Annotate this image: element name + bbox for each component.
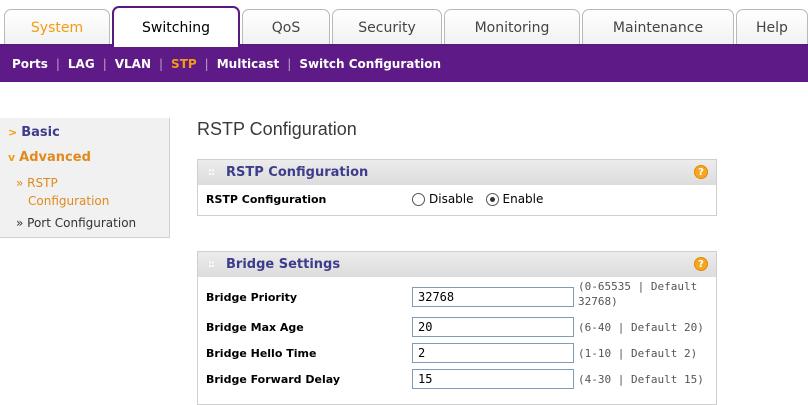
page-title: RSTP Configuration <box>197 119 357 139</box>
sidebar-item-port-configuration[interactable]: » Port Configuration <box>16 216 136 230</box>
help-icon[interactable]: ? <box>694 257 708 271</box>
sidebar-item-basic[interactable]: > Basic <box>8 125 60 140</box>
subnav-separator: | <box>159 57 164 71</box>
bridge-forward-delay-row: Bridge Forward Delay (4-30 | Default 15) <box>198 369 716 391</box>
field-label: Bridge Priority <box>206 291 298 304</box>
field-label: Bridge Forward Delay <box>206 373 340 386</box>
tab-qos[interactable]: QoS <box>242 9 330 45</box>
range-hint-line: 32768) <box>578 295 618 308</box>
field-label: Bridge Hello Time <box>206 347 317 360</box>
sidebar: > Basic v Advanced » RSTP Configuration … <box>0 118 170 238</box>
rstp-configuration-panel: :: RSTP Configuration ? RSTP Configurati… <box>197 159 717 216</box>
tab-switching[interactable]: Switching <box>112 6 240 47</box>
subnav-ports[interactable]: Ports <box>12 57 48 71</box>
bridge-priority-row: Bridge Priority (0-65535 | Default 32768… <box>198 277 716 312</box>
sub-navigation: Ports | LAG | VLAN | STP | Multicast | S… <box>0 46 808 82</box>
bridge-forward-delay-input[interactable] <box>412 369 574 389</box>
bridge-hello-time-input[interactable] <box>412 343 574 363</box>
range-hint-line: (0-65535 | Default <box>578 280 698 293</box>
enable-radio[interactable] <box>485 192 499 206</box>
subnav-separator: | <box>102 57 107 71</box>
tab-monitoring[interactable]: Monitoring <box>444 9 580 45</box>
subnav-lag[interactable]: LAG <box>68 57 95 71</box>
disable-radio[interactable] <box>412 192 425 206</box>
panel-title: Bridge Settings <box>226 257 341 272</box>
sidebar-item-label: Configuration <box>28 194 110 208</box>
tab-help[interactable]: Help <box>736 9 808 45</box>
bridge-priority-input[interactable] <box>412 287 574 307</box>
sidebar-item-label: » RSTP <box>16 176 58 190</box>
chevron-down-icon: v <box>8 151 16 164</box>
field-label: RSTP Configuration <box>206 193 327 206</box>
top-tab-bar: System Switching QoS Security Monitoring… <box>0 0 808 47</box>
sidebar-item-rstp-configuration[interactable]: » RSTP Configuration <box>16 174 109 210</box>
range-hint: (6-40 | Default 20) <box>578 321 704 334</box>
subnav-stp[interactable]: STP <box>171 57 197 71</box>
rstp-radio-group: Disable Enable <box>412 192 555 206</box>
tab-maintenance[interactable]: Maintenance <box>582 9 734 45</box>
subnav-separator: | <box>287 57 292 71</box>
tab-security[interactable]: Security <box>332 9 442 45</box>
subnav-separator: | <box>55 57 60 71</box>
subnav-multicast[interactable]: Multicast <box>217 57 280 71</box>
sidebar-item-label: Basic <box>21 125 60 140</box>
help-icon[interactable]: ? <box>694 165 708 179</box>
sidebar-item-advanced[interactable]: v Advanced <box>8 150 91 165</box>
grip-icon: :: <box>208 167 215 178</box>
range-hint: (0-65535 | Default 32768) <box>578 279 697 309</box>
panel-header: :: RSTP Configuration ? <box>198 160 716 185</box>
subnav-separator: | <box>204 57 209 71</box>
bridge-settings-panel: :: Bridge Settings ? Bridge Priority (0-… <box>197 251 717 405</box>
tab-system[interactable]: System <box>4 9 110 45</box>
subnav-switch-configuration[interactable]: Switch Configuration <box>299 57 441 71</box>
chevron-right-icon: > <box>8 126 18 139</box>
range-hint: (1-10 | Default 2) <box>578 347 698 360</box>
rstp-config-row: RSTP Configuration Disable Enable <box>198 189 716 211</box>
radio-label: Disable <box>429 192 474 206</box>
field-label: Bridge Max Age <box>206 321 304 334</box>
radio-label: Enable <box>502 192 544 206</box>
sidebar-item-label: Advanced <box>19 150 91 165</box>
sidebar-item-label: » Port Configuration <box>16 216 137 230</box>
panel-title: RSTP Configuration <box>226 165 369 180</box>
subnav-vlan[interactable]: VLAN <box>115 57 151 71</box>
bridge-hello-time-row: Bridge Hello Time (1-10 | Default 2) <box>198 343 716 365</box>
range-hint: (4-30 | Default 15) <box>578 373 704 386</box>
bridge-max-age-row: Bridge Max Age (6-40 | Default 20) <box>198 317 716 339</box>
grip-icon: :: <box>208 259 215 270</box>
bridge-max-age-input[interactable] <box>412 317 574 337</box>
panel-header: :: Bridge Settings ? <box>198 252 716 277</box>
